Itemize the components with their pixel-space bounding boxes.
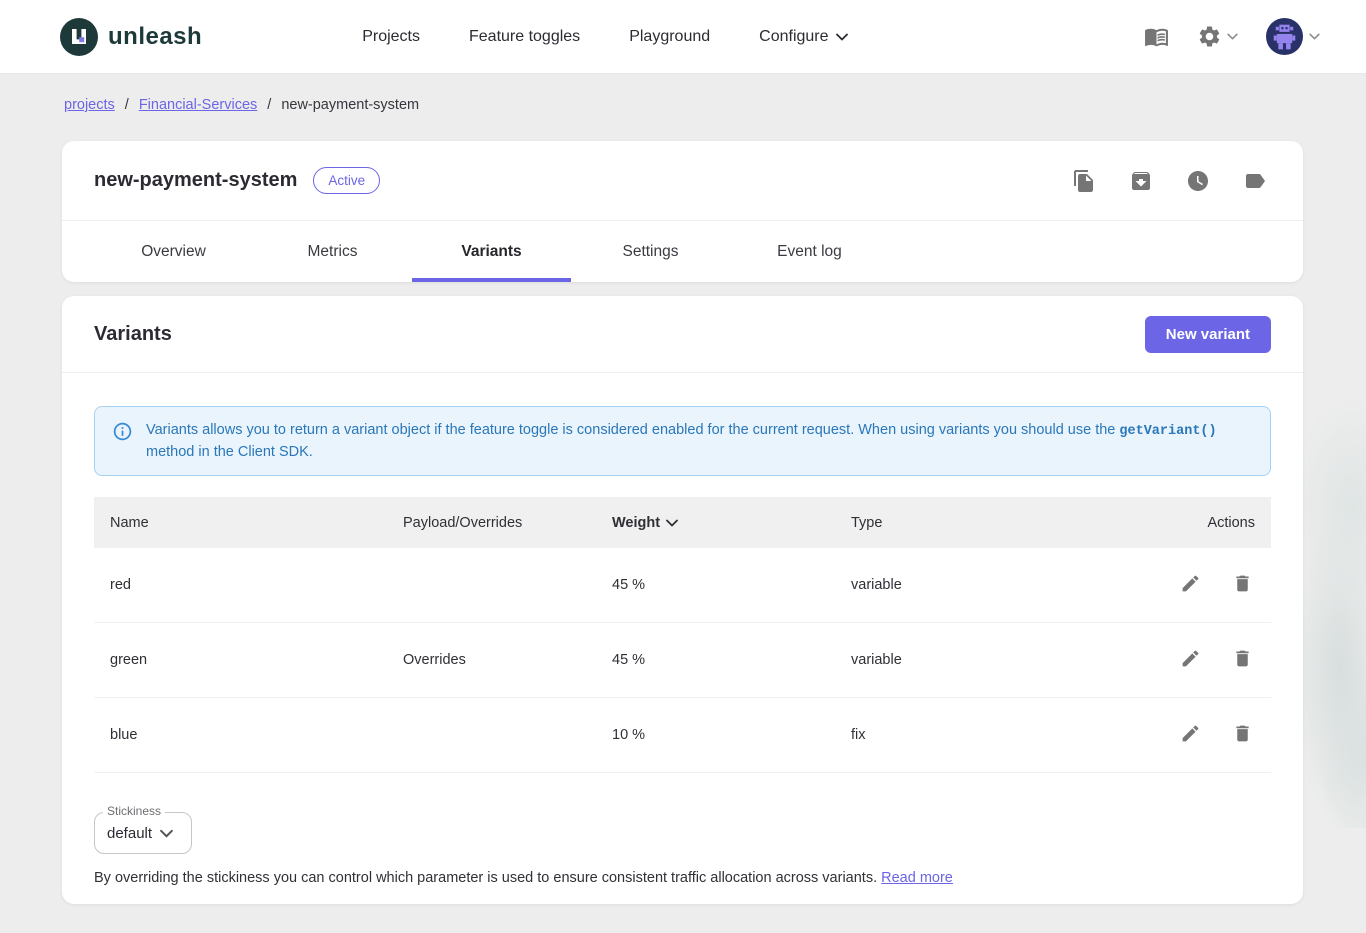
variant-weight: 10 % — [612, 727, 851, 743]
decorative-texture — [1300, 368, 1366, 828]
table-row: green Overrides 45 % variable — [94, 623, 1271, 698]
variant-name: red — [110, 577, 403, 593]
trash-icon — [1232, 723, 1253, 744]
feature-actions — [1068, 165, 1271, 197]
breadcrumb-separator: / — [125, 97, 129, 113]
breadcrumb-separator: / — [267, 97, 271, 113]
stickiness-label: Stickiness — [103, 804, 165, 818]
variant-type: variable — [851, 652, 1151, 668]
gear-icon — [1197, 24, 1222, 49]
delete-variant-button[interactable] — [1230, 571, 1255, 599]
edit-variant-button[interactable] — [1178, 721, 1203, 749]
pencil-icon — [1180, 648, 1201, 669]
brand-name: unleash — [108, 23, 202, 51]
info-icon — [112, 421, 133, 442]
delete-variant-button[interactable] — [1230, 646, 1255, 674]
docs-book-icon — [1144, 24, 1169, 49]
variants-title: Variants — [94, 323, 172, 346]
archive-icon — [1129, 169, 1153, 193]
col-header-payload: Payload/Overrides — [403, 515, 612, 531]
navbar-right — [1144, 18, 1320, 55]
table-row: blue 10 % fix — [94, 698, 1271, 773]
breadcrumb-projects[interactable]: projects — [64, 97, 115, 113]
docs-button[interactable] — [1144, 24, 1169, 49]
chevron-down-icon — [1227, 33, 1238, 40]
table-header-row: Name Payload/Overrides Weight Type Actio… — [94, 497, 1271, 548]
col-header-actions: Actions — [1151, 515, 1255, 531]
history-button[interactable] — [1182, 165, 1214, 197]
breadcrumb-project[interactable]: Financial-Services — [139, 97, 257, 113]
delete-variant-button[interactable] — [1230, 721, 1255, 749]
alert-text: Variants allows you to return a variant … — [146, 420, 1252, 462]
code-snippet: getVariant() — [1119, 424, 1216, 439]
main-nav: Projects Feature toggles Playground Conf… — [362, 28, 847, 46]
unleash-logo-icon — [60, 18, 98, 56]
col-header-weight-sort[interactable]: Weight — [612, 515, 851, 531]
variants-section-body: Variants allows you to return a variant … — [62, 373, 1303, 886]
breadcrumb-current: new-payment-system — [281, 97, 419, 113]
avatar — [1266, 18, 1303, 55]
chevron-down-icon — [1309, 33, 1320, 40]
variant-type: fix — [851, 727, 1151, 743]
variant-type: variable — [851, 577, 1151, 593]
new-variant-button[interactable]: New variant — [1145, 316, 1271, 353]
feature-title: new-payment-system — [94, 169, 297, 192]
row-actions — [1151, 721, 1255, 749]
stickiness-help-text: By overriding the stickiness you can con… — [94, 870, 1271, 886]
col-header-type: Type — [851, 515, 1151, 531]
row-actions — [1151, 646, 1255, 674]
unleash-logo[interactable]: unleash — [60, 18, 202, 56]
col-header-name: Name — [110, 515, 403, 531]
variants-section-head: Variants New variant — [62, 296, 1303, 373]
stickiness-select[interactable]: default — [94, 812, 192, 854]
tab-settings[interactable]: Settings — [571, 221, 730, 282]
chevron-down-icon — [836, 33, 848, 41]
chevron-down-icon — [160, 829, 173, 838]
edit-variant-button[interactable] — [1178, 571, 1203, 599]
tag-icon — [1243, 169, 1267, 193]
trash-icon — [1232, 573, 1253, 594]
tag-button[interactable] — [1239, 165, 1271, 197]
stickiness-field: Stickiness default — [94, 812, 192, 854]
stickiness-value: default — [107, 825, 152, 842]
read-more-link[interactable]: Read more — [881, 870, 953, 886]
pencil-icon — [1180, 573, 1201, 594]
variant-payload: Overrides — [403, 652, 612, 668]
feature-header-card: new-payment-system Active — [62, 141, 1303, 282]
nav-playground[interactable]: Playground — [629, 28, 710, 46]
top-navbar: unleash Projects Feature toggles Playgro… — [0, 0, 1366, 74]
nav-projects[interactable]: Projects — [362, 28, 420, 46]
variant-weight: 45 % — [612, 577, 851, 593]
edit-variant-button[interactable] — [1178, 646, 1203, 674]
feature-head: new-payment-system Active — [62, 141, 1303, 220]
archive-feature-button[interactable] — [1125, 165, 1157, 197]
tab-overview[interactable]: Overview — [94, 221, 253, 282]
breadcrumb: projects / Financial-Services / new-paym… — [64, 97, 1366, 113]
variants-card: Variants New variant Variants allows you… — [62, 296, 1303, 904]
variants-table: Name Payload/Overrides Weight Type Actio… — [94, 497, 1271, 773]
tab-metrics[interactable]: Metrics — [253, 221, 412, 282]
nav-configure[interactable]: Configure — [759, 28, 847, 46]
nav-feature-toggles[interactable]: Feature toggles — [469, 28, 580, 46]
variants-info-alert: Variants allows you to return a variant … — [94, 406, 1271, 476]
pencil-icon — [1180, 723, 1201, 744]
clock-icon — [1186, 169, 1210, 193]
feature-tabs: Overview Metrics Variants Settings Event… — [62, 220, 1303, 282]
tab-variants[interactable]: Variants — [412, 221, 571, 282]
sort-chevron-down-icon — [666, 519, 678, 527]
settings-menu-button[interactable] — [1197, 24, 1238, 49]
variant-name: green — [110, 652, 403, 668]
status-badge: Active — [313, 167, 380, 194]
table-row: red 45 % variable — [94, 548, 1271, 623]
copy-icon — [1072, 169, 1096, 193]
copy-feature-button[interactable] — [1068, 165, 1100, 197]
trash-icon — [1232, 648, 1253, 669]
variant-weight: 45 % — [612, 652, 851, 668]
user-menu-button[interactable] — [1266, 18, 1320, 55]
variant-name: blue — [110, 727, 403, 743]
tab-event-log[interactable]: Event log — [730, 221, 889, 282]
row-actions — [1151, 571, 1255, 599]
